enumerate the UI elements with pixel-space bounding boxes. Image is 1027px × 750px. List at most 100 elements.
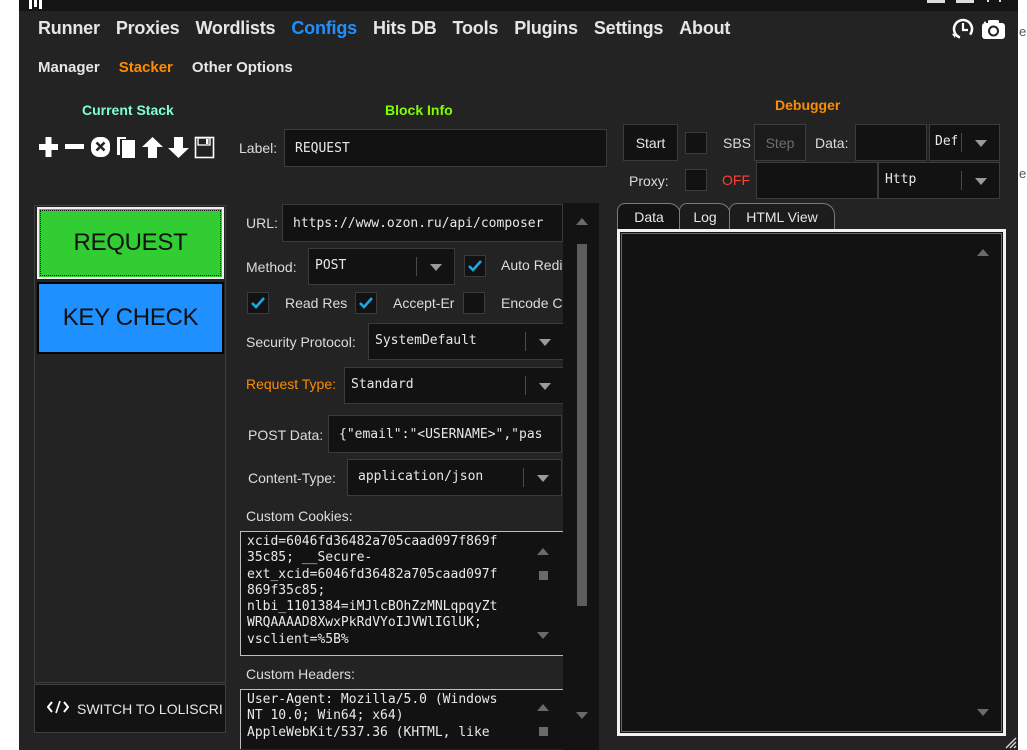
camera-icon[interactable] [981, 18, 1006, 42]
method-select[interactable]: POST [308, 248, 455, 285]
app-logo-icon [29, 0, 45, 9]
chevron-down-icon [975, 139, 987, 147]
scroll-down-icon[interactable] [537, 632, 549, 639]
sub-nav: Manager Stacker Other Options [38, 59, 312, 76]
accept-encoding-checkbox[interactable] [355, 292, 377, 314]
remove-block-icon[interactable] [63, 134, 86, 160]
custom-cookies-textarea[interactable]: xcid=6046fd36482a705caad097f869f 35c85; … [240, 531, 564, 656]
debug-proxy-input[interactable] [756, 162, 878, 199]
accept-encoding-label: Accept-Er [393, 295, 455, 311]
block-info-scrollbar[interactable] [563, 203, 599, 750]
stack-list: REQUEST KEY CHECK [34, 205, 226, 683]
label-input[interactable]: REQUEST [284, 129, 607, 167]
cookie-line: WRQAAAAD8XwxPkRdVYoIJVWlIGlUK; [247, 615, 482, 631]
resize-grip-icon[interactable] [1005, 734, 1017, 750]
switch-to-loliscript-label: SWITCH TO LOLISCRI [77, 700, 223, 717]
custom-headers-textarea[interactable]: User-Agent: Mozilla/5.0 (Windows NT 10.0… [240, 689, 564, 749]
auto-redirect-checkbox[interactable] [464, 255, 486, 277]
header-line: AppleWebKit/537.36 (KHTML, like [247, 724, 490, 740]
stack-toolbar [37, 134, 216, 160]
cookie-line: 869f35c85; [247, 582, 326, 598]
background-text-fragment: e. [1019, 24, 1027, 39]
proxy-state: OFF [722, 172, 750, 188]
data-caption: Data: [815, 135, 849, 151]
clone-icon[interactable] [115, 134, 138, 160]
tab-log[interactable]: Log [679, 203, 731, 229]
debug-data-type-value: Def [935, 133, 957, 149]
tab-html-view[interactable]: HTML View [729, 203, 835, 229]
start-button[interactable]: Start [623, 124, 678, 161]
stack-block-key-check[interactable]: KEY CHECK [37, 282, 224, 354]
nav-configs[interactable]: Configs [291, 18, 357, 39]
url-input[interactable]: https://www.ozon.ru/api/composer [282, 204, 563, 242]
proxy-caption: Proxy: [629, 173, 669, 189]
label-caption: Label: [239, 140, 278, 156]
main-nav: Runner Proxies Wordlists Configs Hits DB… [38, 18, 746, 39]
nav-plugins[interactable]: Plugins [514, 18, 578, 39]
close-button[interactable] [987, 0, 1001, 2]
nav-runner[interactable]: Runner [38, 18, 100, 39]
nav-settings[interactable]: Settings [594, 18, 664, 39]
chevron-down-icon [430, 263, 442, 271]
security-protocol-value: SystemDefault [375, 332, 477, 348]
content-type-select[interactable]: application/json [347, 459, 562, 496]
debug-data-type-select[interactable]: Def [929, 124, 1000, 161]
post-data-input[interactable]: {"email":"<USERNAME>","pas [328, 415, 562, 453]
nav-proxies[interactable]: Proxies [116, 18, 180, 39]
nav-tools[interactable]: Tools [453, 18, 499, 39]
step-button[interactable]: Step [754, 124, 806, 161]
nav-wordlists[interactable]: Wordlists [195, 18, 275, 39]
encode-content-checkbox[interactable] [463, 292, 485, 314]
save-icon[interactable] [193, 134, 216, 160]
code-icon [46, 700, 70, 717]
chevron-down-icon [975, 177, 987, 185]
scroll-down-icon[interactable] [576, 712, 588, 719]
nav-about[interactable]: About [679, 18, 730, 39]
header-line: NT 10.0; Win64; x64) [247, 708, 404, 724]
move-down-icon[interactable] [167, 134, 190, 160]
delete-all-icon[interactable] [89, 134, 112, 160]
method-caption: Method: [246, 259, 297, 275]
request-type-select[interactable]: Standard [344, 367, 564, 404]
request-type-value: Standard [351, 376, 414, 392]
custom-cookies-caption: Custom Cookies: [246, 508, 353, 524]
read-response-label: Read Resp [285, 295, 347, 311]
sbs-label: SBS [723, 135, 752, 151]
scroll-up-icon[interactable] [537, 548, 549, 555]
encode-content-label: Encode C [501, 295, 563, 311]
cookie-line: nlbi_1101384=iMJlcBOhZzMNLqpqyZt [247, 599, 498, 615]
sbs-checkbox[interactable] [685, 132, 707, 154]
scroll-up-icon[interactable] [537, 704, 549, 711]
nav-hits-db[interactable]: Hits DB [373, 18, 437, 39]
debug-proxy-type-select[interactable]: Http [878, 162, 1000, 199]
minimize-button[interactable] [927, 0, 945, 3]
debugger-output-panel[interactable] [617, 229, 1006, 736]
scroll-thumb[interactable] [539, 727, 548, 736]
proxy-checkbox[interactable] [685, 169, 707, 191]
security-protocol-caption: Security Protocol: [246, 334, 356, 350]
history-icon[interactable] [950, 18, 975, 42]
switch-to-loliscript-button[interactable]: SWITCH TO LOLISCRI [34, 684, 226, 733]
debug-data-input[interactable] [855, 124, 927, 161]
current-stack-title: Current Stack [82, 102, 174, 118]
openbullet-window: Runner Proxies Wordlists Configs Hits DB… [19, 0, 1018, 750]
scroll-thumb[interactable] [539, 571, 548, 580]
scrollbar-thumb[interactable] [577, 244, 587, 606]
title-bar [19, 0, 1018, 11]
subnav-other-options[interactable]: Other Options [192, 59, 293, 76]
tab-data[interactable]: Data [617, 203, 681, 229]
post-data-caption: POST Data: [248, 427, 324, 443]
scroll-up-icon[interactable] [576, 218, 588, 225]
chevron-down-icon [537, 474, 549, 482]
read-response-checkbox[interactable] [247, 292, 269, 314]
subnav-stacker[interactable]: Stacker [119, 59, 173, 76]
move-up-icon[interactable] [141, 134, 164, 160]
add-block-icon[interactable] [37, 134, 60, 160]
scroll-down-icon[interactable] [977, 709, 989, 716]
security-protocol-select[interactable]: SystemDefault [368, 323, 564, 360]
stack-block-request[interactable]: REQUEST [37, 207, 224, 279]
scroll-up-icon[interactable] [977, 249, 989, 256]
subnav-manager[interactable]: Manager [38, 59, 100, 76]
maximize-button[interactable] [956, 0, 974, 3]
chevron-down-icon [539, 382, 551, 390]
